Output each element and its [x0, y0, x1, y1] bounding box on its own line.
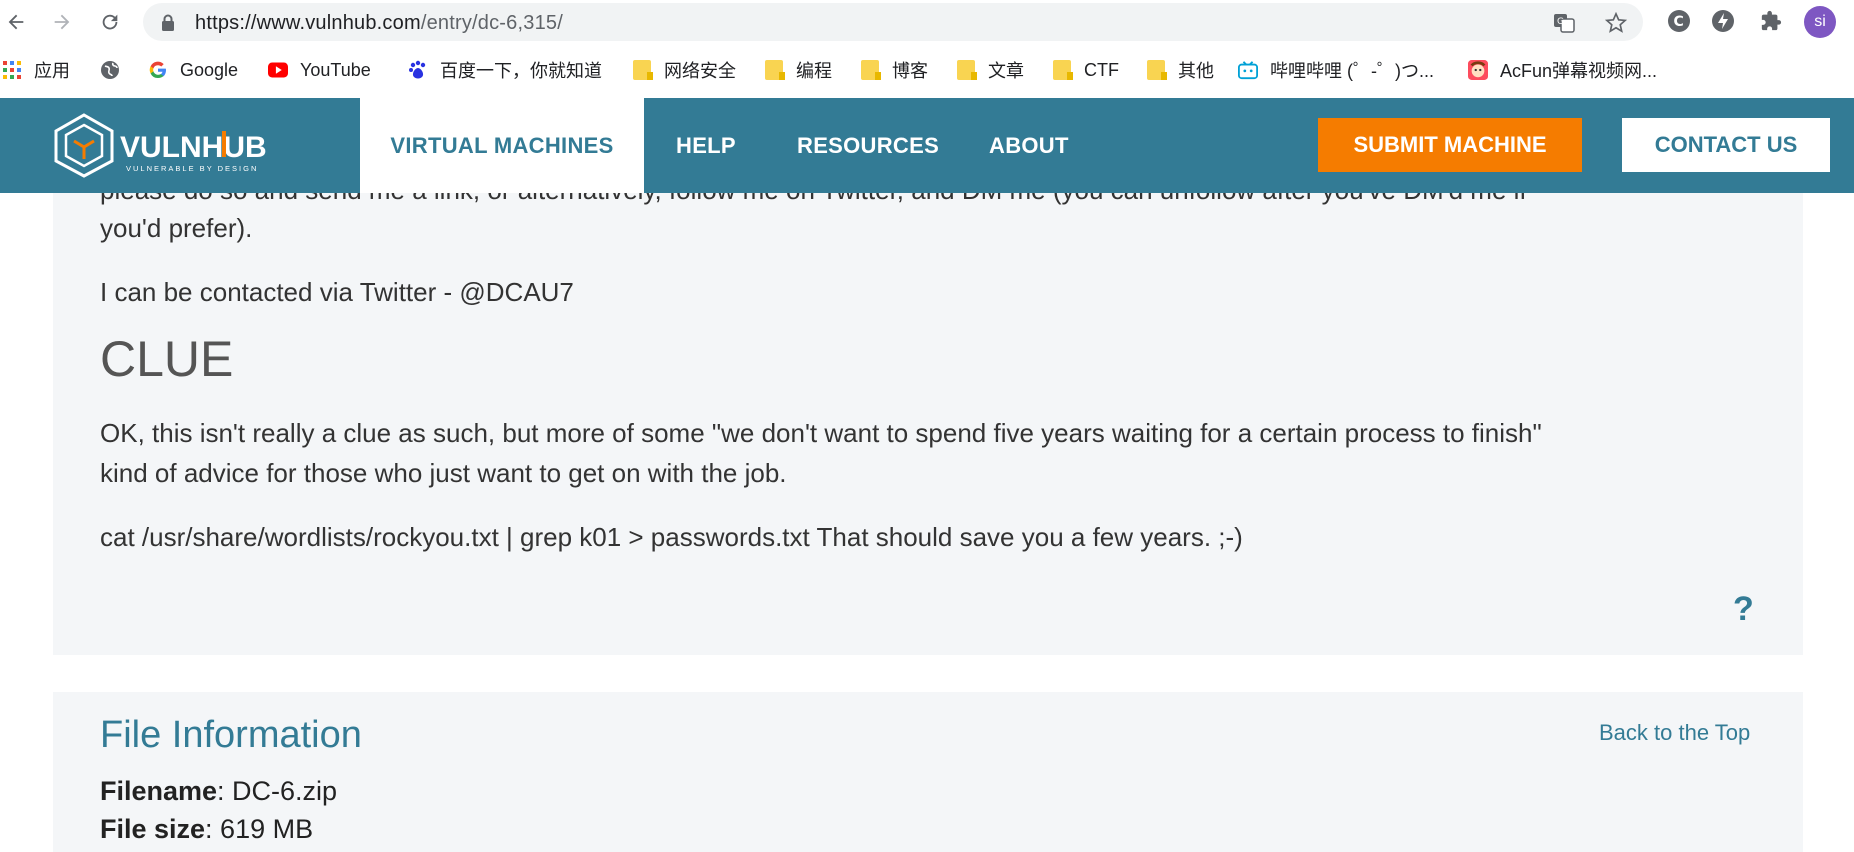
filesize-value: : 619 MB: [205, 814, 314, 844]
bookmark-label: 文章: [988, 61, 1024, 81]
extension-c-icon[interactable]: C: [1666, 8, 1692, 34]
folder-icon: [860, 60, 881, 80]
help-question-link[interactable]: ?: [1733, 590, 1754, 629]
translate-icon[interactable]: G: [1553, 12, 1575, 34]
url-text[interactable]: https://www.vulnhub.com/entry/dc-6,315/: [195, 12, 563, 35]
filesize-row: File size: 619 MB: [100, 814, 313, 845]
bookmark-label: Google: [180, 59, 239, 80]
bookmark-label: 其他: [1178, 61, 1214, 81]
bookmark-folder-other[interactable]: 其他: [1146, 56, 1214, 84]
bookmark-acfun[interactable]: AcFun弹幕视频网...: [1468, 56, 1657, 84]
back-arrow-icon[interactable]: [2, 8, 30, 36]
back-to-top-link[interactable]: Back to the Top: [1599, 720, 1750, 746]
clue-heading: CLUE: [100, 331, 234, 387]
apps-grid-icon: [2, 60, 22, 80]
bookmark-label: 网络安全: [664, 61, 736, 81]
lock-icon[interactable]: [161, 14, 175, 36]
globe-icon: [100, 60, 120, 80]
folder-icon: [1146, 60, 1167, 80]
nav-resources[interactable]: RESOURCES: [797, 98, 939, 193]
svg-text:C: C: [1674, 14, 1684, 30]
bookmark-label: 编程: [796, 61, 832, 81]
clue-text-line-2: kind of advice for those who just want t…: [100, 458, 787, 488]
site-header: VULNHUB VULNERABLE BY DESIGN VIRTUAL MAC…: [0, 98, 1854, 193]
filename-row: Filename: DC-6.zip: [100, 776, 337, 807]
bilibili-icon: [1238, 60, 1258, 80]
bookmark-label: YouTube: [300, 59, 371, 80]
reload-icon[interactable]: [96, 8, 124, 36]
svg-text:VULNERABLE BY DESIGN: VULNERABLE BY DESIGN: [126, 164, 258, 173]
file-information-panel: File Information Back to the Top Filenam…: [53, 692, 1803, 852]
clue-command: cat /usr/share/wordlists/rockyou.txt | g…: [100, 522, 1243, 552]
browser-toolbar: https://www.vulnhub.com/entry/dc-6,315/ …: [0, 0, 1854, 44]
bookmark-baidu[interactable]: 百度一下，你就知道: [408, 56, 602, 84]
bookmark-folder-programming[interactable]: 编程: [764, 56, 832, 84]
baidu-icon: [408, 60, 428, 80]
extensions-puzzle-icon[interactable]: [1758, 8, 1784, 34]
bookmark-apps[interactable]: 应用: [2, 56, 70, 84]
profile-avatar[interactable]: si: [1804, 6, 1836, 38]
youtube-icon: [268, 60, 288, 80]
bookmarks-bar: 应用 Google YouTube 百度一下，你就知道 网络安全 编程 博客 文…: [0, 52, 1854, 88]
bookmark-youtube[interactable]: YouTube: [268, 56, 371, 84]
description-line-end: you'd prefer).: [100, 213, 253, 243]
bookmark-label: AcFun弹幕视频网...: [1500, 61, 1658, 81]
svg-text:G: G: [1557, 17, 1564, 27]
nav-about[interactable]: ABOUT: [989, 98, 1069, 193]
clue-text-line-1: OK, this isn't really a clue as such, bu…: [100, 418, 1542, 448]
contact-line: I can be contacted via Twitter - @DCAU7: [100, 277, 574, 307]
bookmark-star-icon[interactable]: [1605, 12, 1627, 34]
acfun-icon: [1468, 60, 1488, 80]
filename-label: Filename: [100, 776, 218, 806]
bookmark-folder-ctf[interactable]: CTF: [1052, 56, 1119, 84]
nav-help[interactable]: HELP: [676, 98, 736, 193]
bookmark-label: 博客: [892, 61, 928, 81]
svg-text:VULNHUB: VULNHUB: [120, 131, 267, 164]
submit-machine-button[interactable]: SUBMIT MACHINE: [1318, 118, 1582, 172]
bookmark-folder-articles[interactable]: 文章: [956, 56, 1024, 84]
bookmark-google[interactable]: Google: [148, 56, 238, 84]
filesize-label: File size: [100, 814, 206, 844]
folder-icon: [632, 60, 653, 80]
vulnhub-logo[interactable]: VULNHUB VULNERABLE BY DESIGN: [52, 113, 292, 178]
bookmark-label: 百度一下，你就知道: [440, 61, 602, 81]
contact-us-button[interactable]: CONTACT US: [1622, 118, 1830, 172]
google-icon: [148, 60, 168, 80]
bookmark-label: 应用: [34, 61, 70, 81]
forward-arrow-icon[interactable]: [48, 8, 76, 36]
description-panel: please do so and send me a link, or alte…: [53, 175, 1803, 655]
bookmark-folder-blog[interactable]: 博客: [860, 56, 928, 84]
bookmark-label: 哔哩哔哩 (゜-゜)つ...: [1270, 61, 1434, 81]
address-bar[interactable]: https://www.vulnhub.com/entry/dc-6,315/ …: [143, 3, 1643, 41]
bookmark-label: CTF: [1084, 59, 1119, 80]
nav-virtual-machines[interactable]: VIRTUAL MACHINES: [360, 98, 644, 193]
filename-value: : DC-6.zip: [217, 776, 338, 806]
bookmark-globe[interactable]: [100, 56, 132, 84]
bookmark-bilibili[interactable]: 哔哩哔哩 (゜-゜)つ...: [1238, 56, 1434, 84]
logo-cube-icon: [54, 113, 114, 178]
bookmark-folder-security[interactable]: 网络安全: [632, 56, 736, 84]
folder-icon: [956, 60, 977, 80]
folder-icon: [1052, 60, 1073, 80]
extension-bolt-icon[interactable]: [1710, 8, 1736, 34]
file-information-heading: File Information: [100, 714, 362, 756]
folder-icon: [764, 60, 785, 80]
